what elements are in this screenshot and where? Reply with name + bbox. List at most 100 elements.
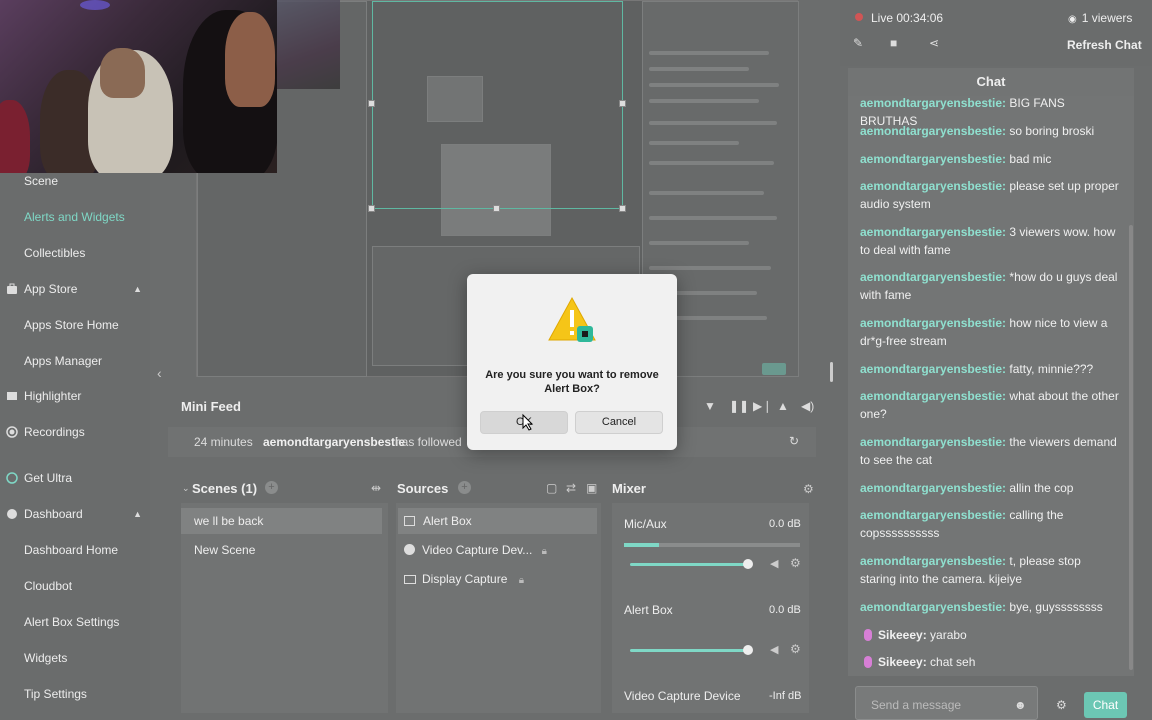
chevron-down-icon[interactable]: ⌄ (182, 483, 190, 494)
display-icon (404, 575, 416, 584)
sidebar-item-scene[interactable]: Scene (24, 174, 58, 188)
sidebar-item-dashboard-home[interactable]: Dashboard Home (24, 543, 118, 557)
sidebar-item-apps-manager[interactable]: Apps Manager (24, 354, 102, 368)
chat-message: aemondtargaryensbestie: bad mic (860, 152, 1052, 166)
chat-message: aemondtargaryensbestie: please set up pr… (860, 179, 1119, 211)
sidebar-item-tip-settings[interactable]: Tip Settings (24, 687, 87, 701)
sidebar-group-label: Recordings (24, 425, 85, 439)
add-source-icon[interactable]: + (458, 481, 471, 494)
chat-message: aemondtargaryensbestie: so boring broski (860, 124, 1095, 138)
link-icon[interactable]: ⇄ (566, 481, 576, 495)
refresh-chat-button[interactable]: Refresh Chat (1067, 38, 1142, 52)
resize-handle[interactable] (493, 205, 500, 212)
mixer-channel-name: Mic/Aux (624, 517, 667, 531)
chat-message: Sikeeey: chat seh (864, 653, 1124, 671)
bell-icon[interactable]: ▲ (777, 399, 789, 413)
sidebar-group-label: Highlighter (24, 389, 82, 403)
chat-message: aemondtargaryensbestie: calling the cops… (860, 508, 1064, 540)
mini-feed-title: Mini Feed (181, 399, 241, 414)
share-icon[interactable]: ⋖ (929, 36, 939, 50)
pause-icon[interactable]: ❚❚ (729, 399, 749, 413)
sidebar-group-dashboard[interactable]: Dashboard ▲ (6, 507, 142, 521)
sidebar-item-alert-box-settings[interactable]: Alert Box Settings (24, 615, 119, 629)
sidebar-item-cloudbot[interactable]: Cloudbot (24, 579, 72, 593)
volume-slider-knob[interactable] (743, 559, 753, 569)
sidebar-group-app-store[interactable]: App Store ▲ (6, 282, 142, 296)
lock-icon[interactable]: 🔒︎ (519, 575, 524, 586)
gear-icon[interactable]: ⚙ (803, 482, 814, 496)
source-item[interactable]: Video Capture Dev... 🔒︎ (404, 543, 547, 557)
speaker-icon[interactable]: ◀ (770, 557, 778, 570)
skip-icon[interactable]: ▶❘ (753, 399, 772, 413)
chevron-up-icon: ▲ (133, 284, 142, 294)
volume-icon[interactable]: ◀) (801, 399, 814, 413)
live-timer: Live 00:34:06 (871, 11, 944, 25)
filter-icon[interactable]: ▼ (704, 399, 716, 413)
sidebar-item-alerts-and-widgets[interactable]: Alerts and Widgets (24, 210, 125, 224)
folder-icon[interactable]: ▣ (586, 481, 597, 495)
eye-icon: ◉ (1068, 14, 1077, 25)
source-item[interactable]: Display Capture 🔒︎ (404, 572, 524, 586)
dialog-message: Are you sure you want to remove Alert Bo… (485, 369, 659, 395)
selection-box[interactable] (372, 1, 623, 209)
sources-panel (396, 503, 601, 713)
camera-icon[interactable]: ■ (890, 36, 897, 50)
group-icon[interactable]: ▢ (546, 481, 557, 495)
dashboard-icon (6, 508, 18, 520)
viewer-count: ◉ 1 viewers (1068, 11, 1133, 25)
mixer-channel-level: -Inf dB (769, 690, 802, 702)
volume-slider-knob[interactable] (743, 645, 753, 655)
chat-message: Sikeeey: yarabo (864, 626, 1124, 644)
add-scene-icon[interactable]: + (265, 481, 278, 494)
sidebar-group-highlighter[interactable]: Highlighter (6, 389, 142, 403)
resize-handle[interactable] (368, 205, 375, 212)
chevron-left-icon[interactable]: ‹ (157, 365, 162, 381)
chat-message: aemondtargaryensbestie: the viewers dema… (860, 435, 1117, 467)
event-user[interactable]: aemondtargaryensbestie (263, 435, 405, 449)
chat-scrollbar[interactable] (1129, 225, 1133, 670)
resize-handle[interactable] (619, 100, 626, 107)
warning-icon (548, 296, 596, 342)
mixer-channel-name: Alert Box (624, 603, 673, 617)
sidebar-item-apps-store-home[interactable]: Apps Store Home (24, 318, 119, 332)
chat-input[interactable]: Send a message (855, 686, 1038, 720)
emoji-icon[interactable]: ☻ (1014, 698, 1027, 712)
stream-status-bar (840, 0, 1152, 66)
sidebar-group-recordings[interactable]: Recordings (6, 425, 142, 439)
webcam-preview-thumb (277, 0, 340, 89)
resize-handle[interactable] (368, 100, 375, 107)
gear-icon[interactable]: ⚙ (1056, 698, 1067, 712)
chat-message: aemondtargaryensbestie: what about the o… (860, 389, 1119, 421)
sidebar-item-widgets[interactable]: Widgets (24, 651, 67, 665)
transition-icon[interactable]: ⇹ (371, 481, 381, 495)
resize-handle[interactable] (619, 205, 626, 212)
scene-item[interactable]: New Scene (194, 543, 255, 557)
audio-meter (624, 543, 800, 547)
sidebar-group-get-ultra[interactable]: Get Ultra (6, 471, 142, 485)
event-time: 24 minutes (194, 435, 253, 449)
lock-icon[interactable]: 🔒︎ (542, 546, 547, 557)
chat-send-button[interactable]: Chat (1084, 692, 1127, 718)
alert-box-icon (404, 516, 415, 526)
replay-icon[interactable]: ↻ (789, 434, 799, 448)
pencil-icon[interactable]: ✎ (853, 36, 863, 50)
source-item[interactable]: Alert Box (398, 508, 597, 534)
mixer-channel-level: 0.0 dB (769, 604, 801, 616)
scene-item[interactable]: we ll be back (181, 508, 382, 534)
event-action: has followed (395, 435, 462, 449)
gear-icon[interactable]: ⚙ (790, 556, 801, 570)
chat-message: aemondtargaryensbestie: fatty, minnie??? (860, 362, 1094, 376)
volume-slider[interactable] (630, 649, 748, 652)
chat-message: aemondtargaryensbestie: *how do u guys d… (860, 270, 1118, 302)
chat-message: aemondtargaryensbestie: 3 viewers wow. h… (860, 225, 1116, 257)
preview-scrollbar[interactable] (830, 362, 833, 382)
gear-icon[interactable]: ⚙ (790, 642, 801, 656)
speaker-icon[interactable]: ◀ (770, 643, 778, 656)
volume-slider[interactable] (630, 563, 748, 566)
mixer-title: Mixer (612, 481, 646, 496)
sidebar-item-collectibles[interactable]: Collectibles (24, 246, 85, 260)
chat-message: aemondtargaryensbestie: t, please stop s… (860, 554, 1081, 586)
app-store-icon (6, 283, 18, 295)
cancel-button[interactable]: Cancel (575, 411, 663, 434)
mic-badge-icon (864, 629, 872, 641)
